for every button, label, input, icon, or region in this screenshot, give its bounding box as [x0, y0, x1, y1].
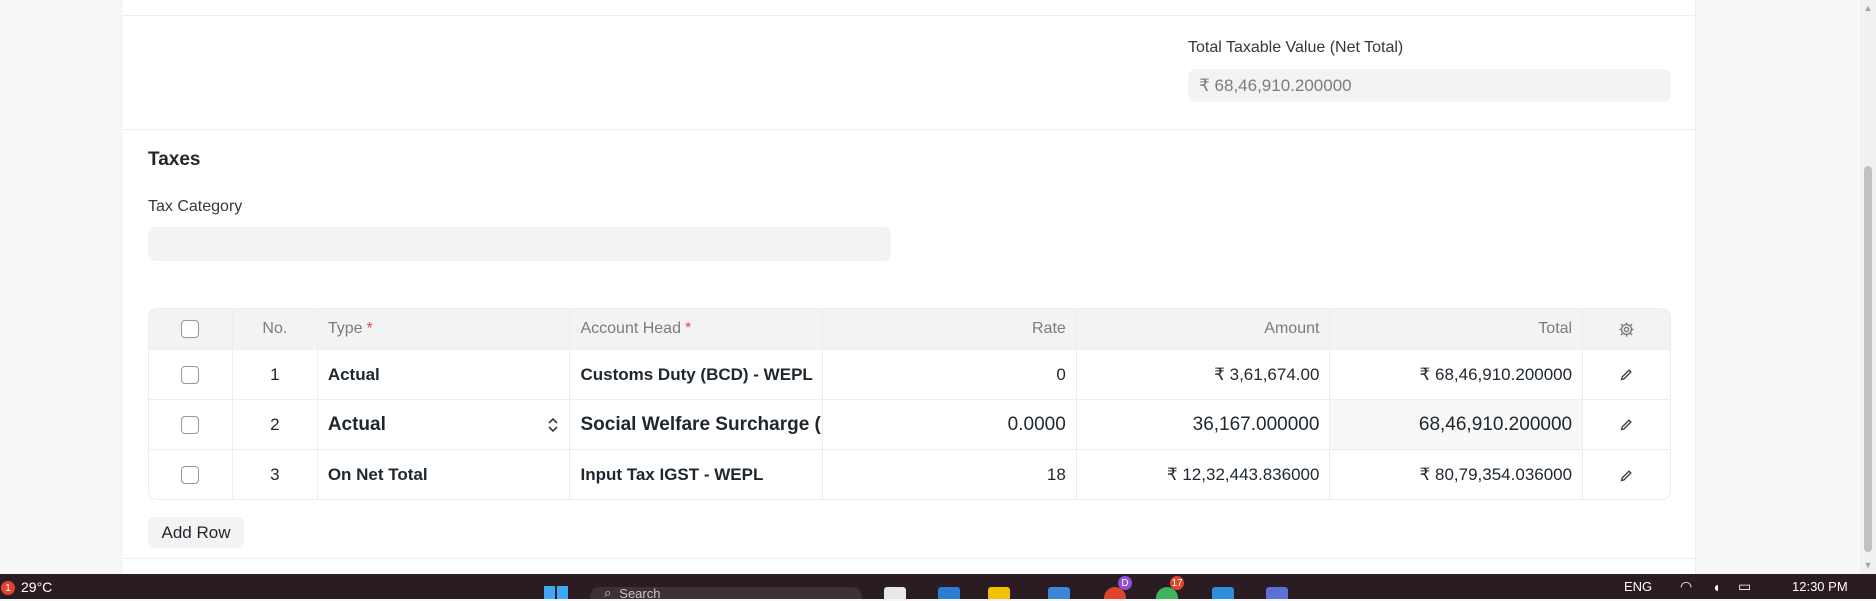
select-chevron-icon: [548, 417, 559, 432]
select-all-cell: [149, 309, 233, 349]
battery-icon[interactable]: ▭: [1738, 574, 1751, 599]
windows-taskbar: 1 29°C ⌕ Search D 17 ENG ◠ ◖ ▭ 12:30 PM: [0, 574, 1876, 601]
store-icon[interactable]: [1048, 587, 1070, 599]
header-account-head: Account Head *: [570, 309, 824, 349]
page-scrollbar[interactable]: ▲ ▼: [1860, 0, 1876, 574]
row-type-select-value: Actual: [327, 413, 386, 435]
row-account-head-input[interactable]: Social Welfare Surcharge (: [570, 400, 824, 449]
row-amount[interactable]: ₹ 12,32,443.836000: [1077, 450, 1331, 499]
row-type-select[interactable]: Actual: [318, 400, 571, 449]
row-select-cell: [149, 400, 233, 449]
wifi-icon[interactable]: ◠: [1680, 574, 1692, 599]
notification-badge: 17: [1170, 576, 1184, 590]
required-marker: *: [366, 320, 373, 337]
row-amount[interactable]: ₹ 3,61,674.00: [1077, 350, 1331, 399]
row-rate[interactable]: 0: [823, 350, 1077, 399]
row-total: ₹ 80,79,354.036000: [1330, 450, 1584, 499]
header-total: Total: [1330, 309, 1584, 349]
row-account-head[interactable]: Input Tax IGST - WEPL: [570, 450, 824, 499]
weather-alert-badge: 1: [1, 581, 15, 595]
taxes-section-title: Taxes: [148, 149, 201, 170]
taskbar-search-placeholder: Search: [619, 585, 661, 601]
row-select-cell: [149, 350, 233, 399]
row-no: 2: [233, 400, 318, 449]
row-rate-input[interactable]: 0.0000: [823, 400, 1077, 449]
taskbar-clock[interactable]: 12:30 PM: [1792, 574, 1848, 599]
settings-gear-icon[interactable]: [1618, 321, 1635, 338]
row-total: 68,46,910.200000: [1330, 400, 1584, 449]
header-no: No.: [233, 309, 318, 349]
row-checkbox[interactable]: [181, 365, 200, 384]
row-rate[interactable]: 18: [823, 450, 1077, 499]
row-type[interactable]: On Net Total: [318, 450, 571, 499]
row-edit-cell: [1583, 400, 1670, 449]
taxes-table: No. Type * Account Head * Rate Amount Tota…: [148, 308, 1671, 500]
vscode-icon[interactable]: [1212, 587, 1234, 599]
app-icon[interactable]: [1266, 587, 1288, 599]
folder-icon[interactable]: [988, 587, 1010, 599]
header-amount: Amount: [1077, 309, 1331, 349]
table-row-editing[interactable]: 2 Actual Social Welfare Surcharge ( 0.00…: [149, 400, 1670, 450]
language-indicator[interactable]: ENG: [1624, 574, 1652, 599]
row-type[interactable]: Actual: [318, 350, 571, 399]
required-marker: *: [684, 320, 692, 337]
scroll-down-arrow-icon[interactable]: ▼: [1863, 560, 1873, 570]
select-all-checkbox[interactable]: [181, 320, 200, 338]
app-icon[interactable]: [938, 587, 960, 599]
row-total: ₹ 68,46,910.200000: [1330, 350, 1584, 399]
tax-category-label: Tax Category: [148, 198, 243, 215]
row-account-head[interactable]: Customs Duty (BCD) - WEPL: [570, 350, 824, 399]
section-divider: [122, 129, 1695, 130]
header-rate: Rate: [823, 309, 1077, 349]
net-total-field: ₹ 68,46,910.200000: [1188, 69, 1671, 102]
header-account-head-label: Account Head: [580, 320, 681, 337]
row-checkbox[interactable]: [181, 415, 200, 434]
add-row-button[interactable]: Add Row: [148, 517, 244, 548]
weather-temperature[interactable]: 29°C: [21, 574, 52, 599]
header-type: Type *: [318, 309, 571, 349]
page-viewport: Total Taxable Value (Net Total) ₹ 68,46,…: [0, 0, 1876, 574]
row-edit-cell: [1583, 350, 1670, 399]
edit-pencil-icon[interactable]: [1619, 367, 1634, 382]
column-settings-cell: [1583, 309, 1670, 349]
row-no: 1: [233, 350, 318, 399]
header-type-label: Type: [327, 320, 363, 337]
section-divider: [122, 15, 1695, 16]
section-divider: [122, 558, 1695, 559]
net-total-label: Total Taxable Value (Net Total): [1188, 39, 1404, 56]
profile-badge: D: [1118, 576, 1132, 590]
table-row[interactable]: 3 On Net Total Input Tax IGST - WEPL 18 …: [149, 450, 1670, 499]
edit-pencil-icon[interactable]: [1619, 417, 1634, 432]
taskbar-search-box[interactable]: ⌕ Search: [590, 585, 862, 601]
row-no: 3: [233, 450, 318, 499]
windows-start-icon[interactable]: [542, 574, 570, 599]
edit-pencil-icon[interactable]: [1619, 468, 1634, 483]
row-amount-input[interactable]: 36,167.000000: [1077, 400, 1331, 449]
scroll-up-arrow-icon[interactable]: ▲: [1863, 3, 1873, 13]
row-checkbox[interactable]: [181, 466, 200, 484]
form-card: Total Taxable Value (Net Total) ₹ 68,46,…: [121, 0, 1696, 574]
tax-category-input[interactable]: [148, 227, 891, 261]
table-row[interactable]: 1 Actual Customs Duty (BCD) - WEPL 0 ₹ 3…: [149, 350, 1670, 400]
file-icon[interactable]: [884, 587, 906, 599]
volume-icon[interactable]: ◖: [1712, 574, 1720, 599]
row-edit-cell: [1583, 450, 1670, 499]
table-header-row: No. Type * Account Head * Rate Amount Tota…: [149, 309, 1670, 350]
row-select-cell: [149, 450, 233, 499]
scrollbar-thumb[interactable]: [1864, 166, 1872, 552]
